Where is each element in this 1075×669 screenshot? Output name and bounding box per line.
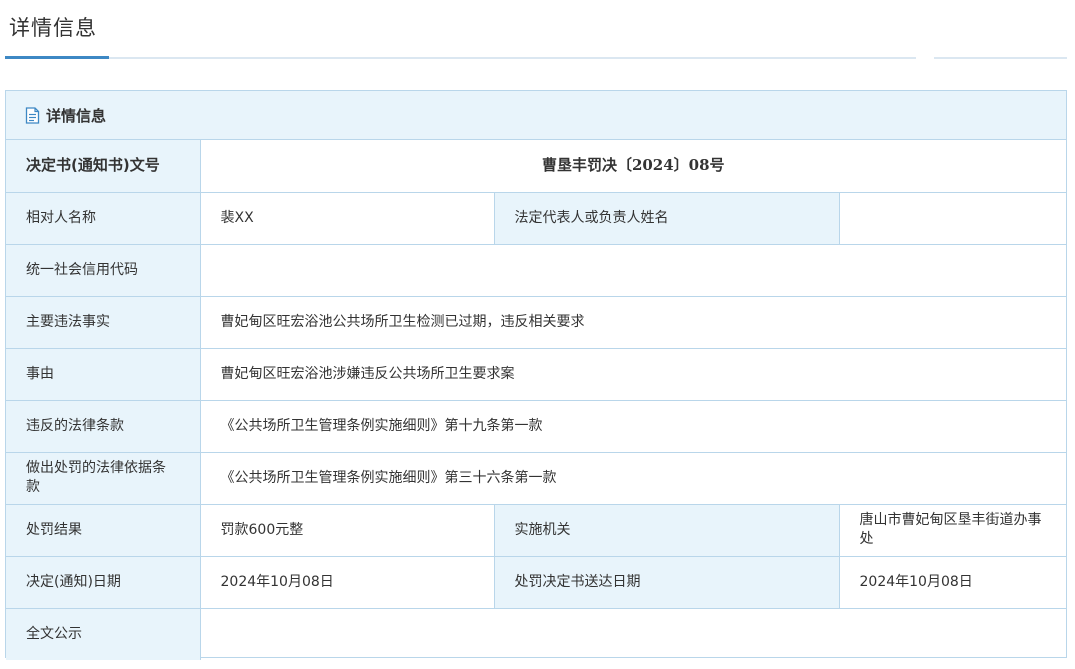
panel-header-label: 详情信息 bbox=[46, 106, 107, 125]
table-row: 全文公示 bbox=[6, 607, 1066, 660]
legal-rep-value bbox=[838, 191, 1066, 245]
delivery-date-label: 处罚决定书送达日期 bbox=[493, 555, 840, 609]
penalty-result-value: 罚款600元整 bbox=[199, 503, 495, 557]
full-text-label: 全文公示 bbox=[6, 607, 201, 660]
decision-date-label: 决定(通知)日期 bbox=[6, 555, 201, 609]
page-title: 详情信息 bbox=[9, 16, 97, 40]
doc-no-label: 决定书(通知书)文号 bbox=[6, 140, 201, 193]
table-row: 决定书(通知书)文号 曹垦丰罚决〔2024〕08号 bbox=[6, 140, 1066, 193]
title-divider bbox=[5, 57, 1067, 59]
violated-law-label: 违反的法律条款 bbox=[6, 399, 201, 453]
credit-code-value bbox=[199, 243, 1066, 297]
penalty-basis-label: 做出处罚的法律依据条款 bbox=[6, 451, 201, 505]
document-icon bbox=[25, 106, 40, 124]
agency-label: 实施机关 bbox=[493, 503, 840, 557]
detail-table: 决定书(通知书)文号 曹垦丰罚决〔2024〕08号 相对人名称 裴XX 法定代表… bbox=[6, 140, 1066, 660]
penalty-result-label: 处罚结果 bbox=[6, 503, 201, 557]
violated-law-value: 《公共场所卫生管理条例实施细则》第十九条第一款 bbox=[199, 399, 1066, 453]
credit-code-label: 统一社会信用代码 bbox=[6, 243, 201, 297]
table-row: 相对人名称 裴XX 法定代表人或负责人姓名 bbox=[6, 191, 1066, 245]
table-row: 违反的法律条款 《公共场所卫生管理条例实施细则》第十九条第一款 bbox=[6, 399, 1066, 453]
party-name-label: 相对人名称 bbox=[6, 191, 201, 245]
full-text-value bbox=[199, 607, 1066, 660]
cause-value: 曹妃甸区旺宏浴池涉嫌违反公共场所卫生要求案 bbox=[199, 347, 1066, 401]
table-row: 做出处罚的法律依据条款 《公共场所卫生管理条例实施细则》第三十六条第一款 bbox=[6, 451, 1066, 505]
agency-value: 唐山市曹妃甸区垦丰街道办事处 bbox=[838, 503, 1066, 557]
cause-label: 事由 bbox=[6, 347, 201, 401]
table-row: 决定(通知)日期 2024年10月08日 处罚决定书送达日期 2024年10月0… bbox=[6, 555, 1066, 609]
main-facts-label: 主要违法事实 bbox=[6, 295, 201, 349]
party-name-value: 裴XX bbox=[199, 191, 495, 245]
decision-date-value: 2024年10月08日 bbox=[199, 555, 495, 609]
delivery-date-value: 2024年10月08日 bbox=[838, 555, 1066, 609]
main-facts-value: 曹妃甸区旺宏浴池公共场所卫生检测已过期，违反相关要求 bbox=[199, 295, 1066, 349]
table-row: 处罚结果 罚款600元整 实施机关 唐山市曹妃甸区垦丰街道办事处 bbox=[6, 503, 1066, 557]
table-row: 主要违法事实 曹妃甸区旺宏浴池公共场所卫生检测已过期，违反相关要求 bbox=[6, 295, 1066, 349]
doc-no-value: 曹垦丰罚决〔2024〕08号 bbox=[199, 140, 1066, 193]
detail-panel: 详情信息 决定书(通知书)文号 曹垦丰罚决〔2024〕08号 相对人名称 裴XX… bbox=[5, 90, 1067, 660]
legal-rep-label: 法定代表人或负责人姓名 bbox=[493, 191, 840, 245]
panel-header: 详情信息 bbox=[6, 91, 1066, 140]
penalty-basis-value: 《公共场所卫生管理条例实施细则》第三十六条第一款 bbox=[199, 451, 1066, 505]
table-row: 事由 曹妃甸区旺宏浴池涉嫌违反公共场所卫生要求案 bbox=[6, 347, 1066, 401]
active-tab-indicator bbox=[5, 56, 109, 59]
table-row: 统一社会信用代码 bbox=[6, 243, 1066, 297]
